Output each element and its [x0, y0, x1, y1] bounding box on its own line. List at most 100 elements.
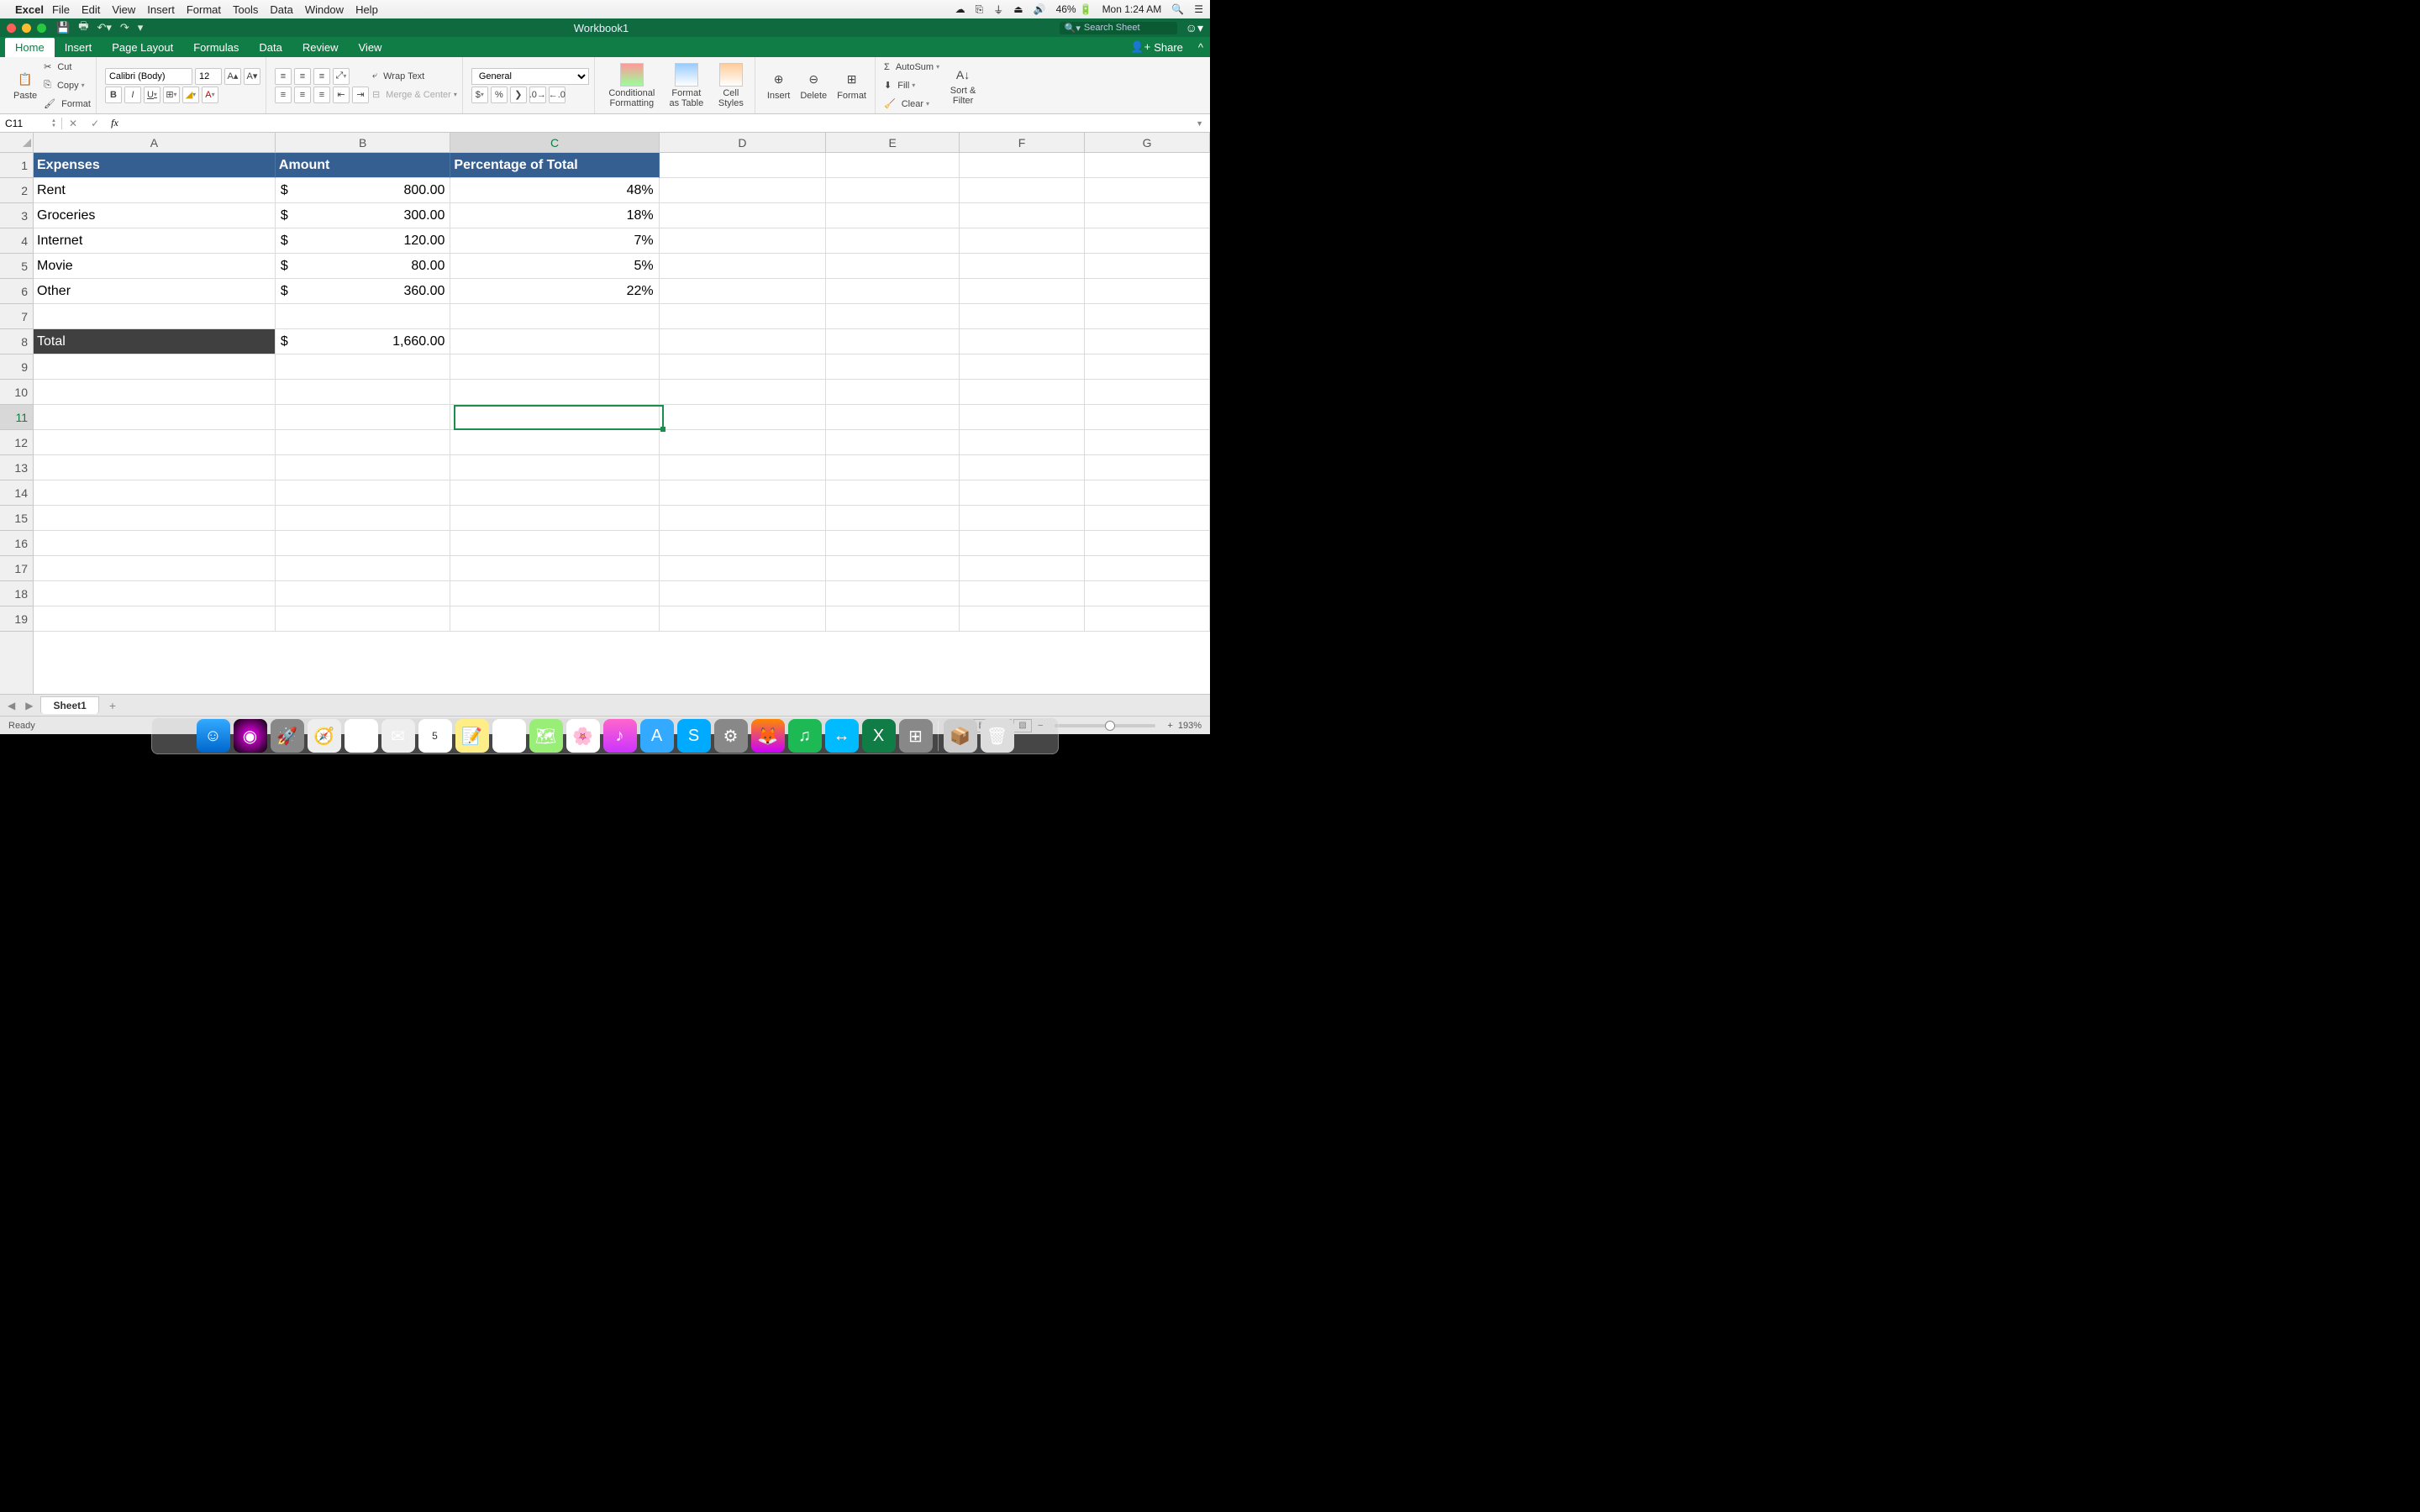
cell[interactable]: 48% [450, 178, 659, 203]
row-header-14[interactable]: 14 [0, 480, 33, 506]
menu-view[interactable]: View [112, 3, 135, 16]
cell[interactable] [450, 329, 659, 354]
name-box[interactable]: C11 ▲▼ [0, 118, 62, 129]
cell[interactable]: $300.00 [276, 203, 451, 228]
cell[interactable] [276, 480, 451, 506]
zoom-button[interactable] [37, 24, 46, 33]
row-header-11[interactable]: 11 [0, 405, 33, 430]
align-center-icon[interactable]: ≡ [294, 87, 311, 103]
italic-button[interactable]: I [124, 87, 141, 103]
dock-sysprefs[interactable]: ⚙ [714, 719, 748, 753]
fx-icon[interactable]: fx [106, 117, 124, 129]
cell[interactable] [826, 228, 960, 254]
expand-fxbar-icon[interactable]: ▼ [1189, 119, 1210, 128]
col-header-A[interactable]: A [34, 133, 276, 152]
search-sheet-input[interactable]: 🔍▾ Search Sheet [1060, 22, 1177, 34]
cell[interactable] [276, 606, 451, 632]
clear-button[interactable]: 🧹 Clear [884, 96, 939, 113]
sheet-nav-next-icon[interactable]: ▶ [23, 700, 35, 711]
cell[interactable] [960, 531, 1085, 556]
menu-insert[interactable]: Insert [147, 3, 175, 16]
comma-icon[interactable]: ❯ [510, 87, 527, 103]
sheet-nav-prev-icon[interactable]: ◀ [5, 700, 18, 711]
cell[interactable] [960, 581, 1085, 606]
row-header-5[interactable]: 5 [0, 254, 33, 279]
cell[interactable] [34, 480, 276, 506]
eject-icon[interactable]: ⏏ [1013, 3, 1023, 15]
cell[interactable] [660, 304, 827, 329]
cell[interactable] [34, 531, 276, 556]
wrap-text-button[interactable]: ⤶ Wrap Text [372, 68, 457, 85]
cell[interactable] [660, 380, 827, 405]
cell[interactable] [826, 254, 960, 279]
orientation-icon[interactable]: ⤢ [333, 68, 350, 85]
row-header-9[interactable]: 9 [0, 354, 33, 380]
cell[interactable] [1085, 153, 1210, 178]
cell[interactable]: Total [34, 329, 276, 354]
namebox-stepper-icon[interactable]: ▲▼ [51, 118, 56, 129]
cell[interactable] [660, 480, 827, 506]
dock-appstore[interactable]: A [640, 719, 674, 753]
tab-review[interactable]: Review [292, 38, 349, 57]
cell[interactable] [1085, 531, 1210, 556]
cell[interactable] [826, 354, 960, 380]
cell[interactable] [826, 581, 960, 606]
cell[interactable] [660, 254, 827, 279]
cell[interactable] [826, 329, 960, 354]
cell[interactable] [450, 405, 659, 430]
cell[interactable] [960, 203, 1085, 228]
menu-tools[interactable]: Tools [233, 3, 258, 16]
cell[interactable] [960, 430, 1085, 455]
cell[interactable] [276, 455, 451, 480]
tab-formulas[interactable]: Formulas [183, 38, 249, 57]
cell[interactable]: Rent [34, 178, 276, 203]
cell[interactable] [1085, 581, 1210, 606]
cell[interactable] [276, 430, 451, 455]
cell[interactable] [660, 178, 827, 203]
cell[interactable] [450, 455, 659, 480]
row-header-16[interactable]: 16 [0, 531, 33, 556]
cell[interactable]: $360.00 [276, 279, 451, 304]
decrease-indent-icon[interactable]: ⇤ [333, 87, 350, 103]
cell[interactable] [34, 606, 276, 632]
sort-filter-button[interactable]: A↓Sort & Filter [943, 64, 983, 108]
cell[interactable] [1085, 405, 1210, 430]
cell[interactable]: $1,660.00 [276, 329, 451, 354]
cell[interactable] [660, 581, 827, 606]
cell[interactable] [826, 380, 960, 405]
cell[interactable] [960, 153, 1085, 178]
cell[interactable] [1085, 203, 1210, 228]
cell[interactable] [660, 354, 827, 380]
cell[interactable] [960, 304, 1085, 329]
sheet-tab[interactable]: Sheet1 [40, 696, 98, 714]
menu-format[interactable]: Format [187, 3, 221, 16]
cell[interactable] [1085, 480, 1210, 506]
cell[interactable] [1085, 304, 1210, 329]
row-header-8[interactable]: 8 [0, 329, 33, 354]
cell[interactable] [276, 531, 451, 556]
cell[interactable] [660, 606, 827, 632]
cell[interactable] [826, 153, 960, 178]
cell[interactable]: 5% [450, 254, 659, 279]
cell[interactable] [660, 531, 827, 556]
cell[interactable]: Percentage of Total [450, 153, 659, 178]
cell[interactable] [34, 304, 276, 329]
cell[interactable]: Other [34, 279, 276, 304]
tab-page-layout[interactable]: Page Layout [102, 38, 183, 57]
cell[interactable] [1085, 354, 1210, 380]
cell[interactable] [960, 380, 1085, 405]
cell[interactable] [660, 405, 827, 430]
cell[interactable] [826, 279, 960, 304]
font-size-input[interactable] [195, 68, 222, 85]
cell[interactable] [826, 430, 960, 455]
conditional-formatting-button[interactable]: Conditional Formatting [603, 61, 660, 110]
cell[interactable] [1085, 430, 1210, 455]
cell[interactable] [960, 254, 1085, 279]
cell[interactable] [660, 455, 827, 480]
cell[interactable] [276, 506, 451, 531]
cell[interactable] [1085, 606, 1210, 632]
cell[interactable] [826, 178, 960, 203]
cell[interactable] [450, 380, 659, 405]
cell[interactable] [660, 430, 827, 455]
cell[interactable] [34, 380, 276, 405]
